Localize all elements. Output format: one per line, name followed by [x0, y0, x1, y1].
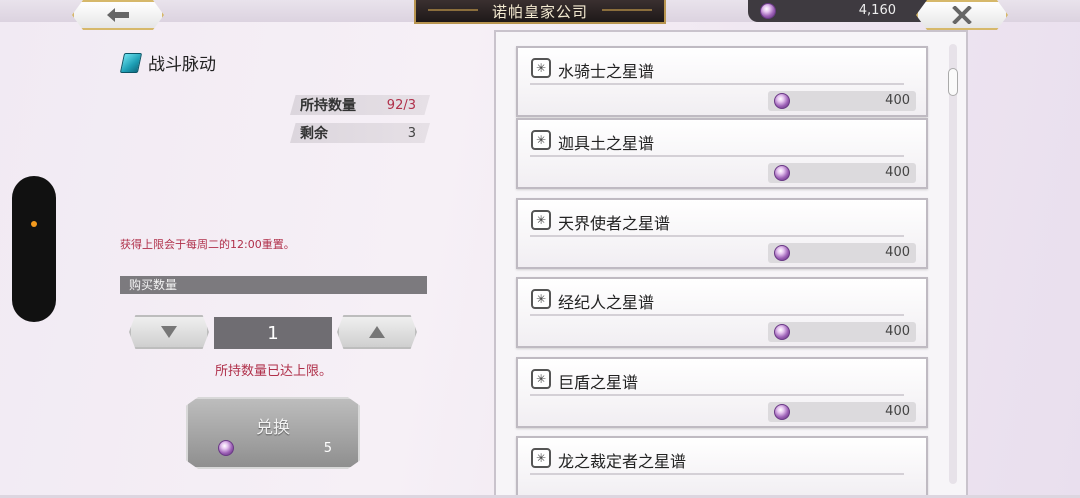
star-gem-icon	[774, 324, 790, 340]
shop-title: 诺帕皇家公司	[491, 2, 588, 21]
star-gem-icon	[774, 165, 790, 181]
reset-note: 获得上限会于每周二的12:00重置。	[120, 238, 295, 251]
item-header: 战斗脉动	[119, 50, 216, 75]
item-title: 水骑士之星谱	[558, 62, 655, 81]
divider	[530, 83, 904, 85]
triangle-down-icon	[161, 326, 177, 338]
remaining-label: 剩余	[300, 126, 328, 142]
owned-value: 92/3	[386, 97, 416, 113]
price-tag: 400	[768, 402, 916, 422]
back-arrow-icon	[107, 8, 129, 22]
star-gem-icon	[774, 245, 790, 261]
price-tag: 400	[768, 163, 916, 183]
price-tag: 400	[768, 91, 916, 111]
shop-list-item[interactable]: ✳ 迦具土之星谱 400	[516, 118, 928, 189]
close-button[interactable]	[916, 0, 1008, 30]
owned-label: 所持数量	[300, 98, 356, 114]
star-gem-icon	[774, 93, 790, 109]
exchange-cost: 5	[323, 441, 332, 456]
star-gem-icon	[760, 3, 776, 19]
item-title: 天界使者之星谱	[558, 214, 671, 233]
star-chart-icon: ✳	[531, 369, 551, 389]
item-title: 迦具土之星谱	[558, 134, 655, 153]
increase-button[interactable]	[337, 315, 417, 349]
owned-count-row: 所持数量 92/3	[290, 95, 430, 115]
divider	[530, 155, 904, 157]
back-button[interactable]	[72, 0, 164, 30]
quantity-value: 1	[214, 317, 332, 349]
exchange-button[interactable]: 兑换 5	[186, 397, 360, 469]
price-value: 400	[885, 165, 910, 180]
scrollbar-track[interactable]	[949, 44, 957, 484]
scrollbar-thumb[interactable]	[948, 68, 958, 96]
shop-title-plate: 诺帕皇家公司	[414, 0, 666, 24]
currency-amount: 4,160	[858, 3, 896, 18]
close-icon	[952, 6, 972, 24]
star-chart-icon: ✳	[531, 58, 551, 78]
remaining-value: 3	[407, 125, 416, 141]
star-gem-icon	[218, 440, 234, 456]
triangle-up-icon	[369, 326, 385, 338]
price-tag: 400	[768, 322, 916, 342]
item-title: 巨盾之星谱	[558, 373, 639, 392]
limit-warning: 所持数量已达上限。	[214, 364, 332, 379]
side-drawer-handle[interactable]	[12, 176, 56, 322]
indicator-dot	[31, 221, 37, 227]
price-tag: 400	[768, 243, 916, 263]
shop-list-item[interactable]: ✳ 水骑士之星谱 400	[516, 46, 928, 117]
shop-list-item[interactable]: ✳ 巨盾之星谱 400	[516, 357, 928, 428]
item-title: 经纪人之星谱	[558, 293, 655, 312]
currency-display: 4,160	[748, 0, 938, 22]
remaining-row: 剩余 3	[290, 123, 430, 143]
star-chart-icon: ✳	[531, 448, 551, 468]
star-chart-icon: ✳	[531, 130, 551, 150]
decrease-button[interactable]	[129, 315, 209, 349]
price-value: 400	[885, 404, 910, 419]
divider	[530, 394, 904, 396]
star-gem-icon	[774, 404, 790, 420]
divider	[530, 314, 904, 316]
price-value: 400	[885, 324, 910, 339]
divider	[530, 235, 904, 237]
item-title: 龙之裁定者之星谱	[558, 452, 687, 471]
exchange-label: 兑换	[256, 418, 290, 438]
star-chart-icon: ✳	[531, 289, 551, 309]
divider	[530, 473, 904, 475]
title-ornament-left	[428, 9, 478, 11]
quantity-header: 购买数量	[120, 276, 427, 294]
shop-list-item[interactable]: ✳ 天界使者之星谱 400	[516, 198, 928, 269]
shop-list-item[interactable]: ✳ 龙之裁定者之星谱	[516, 436, 928, 498]
price-value: 400	[885, 93, 910, 108]
star-chart-icon: ✳	[531, 210, 551, 230]
price-value: 400	[885, 245, 910, 260]
item-name: 战斗脉动	[148, 55, 216, 75]
shop-list-item[interactable]: ✳ 经纪人之星谱 400	[516, 277, 928, 348]
title-ornament-right	[602, 9, 652, 11]
book-icon	[119, 52, 143, 73]
